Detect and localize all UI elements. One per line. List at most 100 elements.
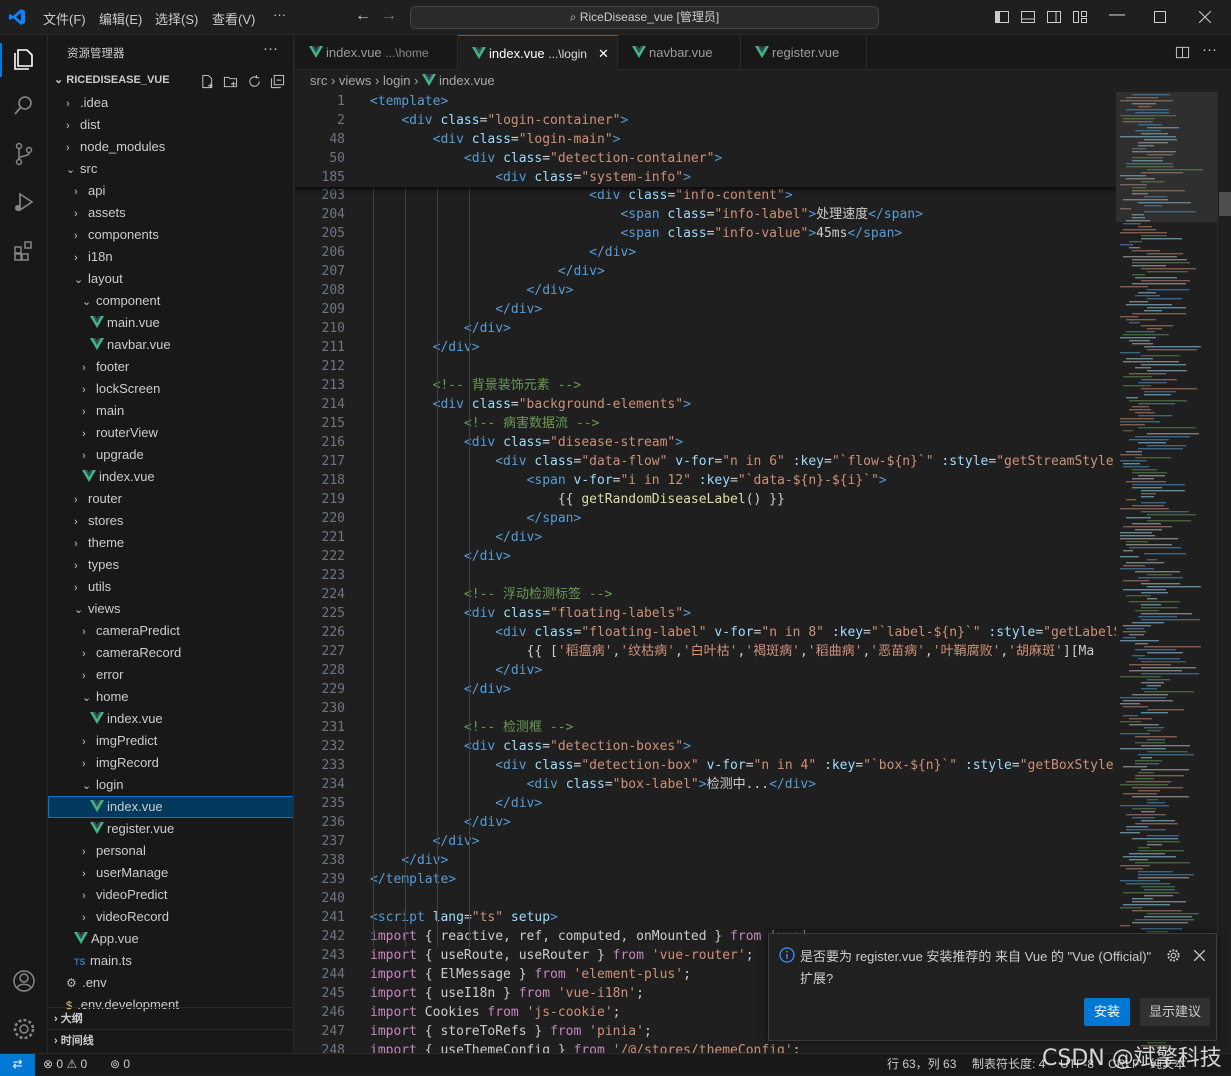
folder-item[interactable]: › imgRecord <box>48 752 293 774</box>
menu-edit[interactable]: 编辑(E) <box>99 9 142 28</box>
run-debug-icon[interactable] <box>10 188 38 216</box>
code-line[interactable]: </span> <box>370 509 582 528</box>
file-item[interactable]: index.vue <box>48 796 293 818</box>
remote-indicator-icon[interactable]: ⇄ <box>0 1054 35 1076</box>
tab-login-index[interactable]: index.vue ...\login ✕ <box>458 35 618 70</box>
file-item[interactable]: navbar.vue <box>48 334 293 356</box>
folder-item[interactable]: ⌄ views <box>48 598 293 620</box>
folder-item[interactable]: › api <box>48 180 293 202</box>
file-item[interactable]: TS main.ts <box>48 950 293 972</box>
menu-view[interactable]: 查看(V) <box>212 9 255 28</box>
tab-register[interactable]: register.vue <box>741 35 867 70</box>
close-tab-icon[interactable]: ✕ <box>598 36 609 71</box>
vertical-scrollbar[interactable] <box>1217 92 1231 1053</box>
folder-item[interactable]: › videoPredict <box>48 884 293 906</box>
folder-item[interactable]: › assets <box>48 202 293 224</box>
code-line[interactable]: </div> <box>370 832 480 851</box>
folder-item[interactable]: ⌄ login <box>48 774 293 796</box>
folder-item[interactable]: › cameraRecord <box>48 642 293 664</box>
code-line[interactable]: <span class="info-label">处理速度</span> <box>370 205 923 224</box>
code-line[interactable]: <div class="floating-labels"> <box>370 604 691 623</box>
folder-item[interactable]: › utils <box>48 576 293 598</box>
code-line[interactable]: import { ElMessage } from 'element-plus'… <box>370 965 691 984</box>
sticky-code-line[interactable]: <div class="system-info"> <box>370 168 691 187</box>
file-item[interactable]: index.vue <box>48 466 293 488</box>
folder-item[interactable]: › upgrade <box>48 444 293 466</box>
folder-item[interactable]: › imgPredict <box>48 730 293 752</box>
code-line[interactable]: import { useThemeConfig } from '/@/store… <box>370 1041 801 1053</box>
code-line[interactable]: import { storeToRefs } from 'pinia'; <box>370 1022 652 1041</box>
code-line[interactable]: <div class="floating-label" v-for="n in … <box>370 623 1116 642</box>
folder-item[interactable]: › lockScreen <box>48 378 293 400</box>
tab-navbar[interactable]: navbar.vue <box>618 35 741 70</box>
code-line[interactable]: </div> <box>370 281 574 300</box>
code-line[interactable]: {{ ['稻瘟病','纹枯病','白叶枯','褐斑病','稻曲病','恶苗病',… <box>370 642 1095 661</box>
ports-indicator[interactable]: ⊚ 0 <box>110 1054 130 1075</box>
folder-item[interactable]: › personal <box>48 840 293 862</box>
folder-item[interactable]: ⌄ layout <box>48 268 293 290</box>
folder-item[interactable]: › theme <box>48 532 293 554</box>
folder-item[interactable]: ⌄ src <box>48 158 293 180</box>
indentation[interactable]: 制表符长度: 4 <box>972 1054 1045 1075</box>
search-view-icon[interactable] <box>10 91 38 119</box>
collapse-all-icon[interactable] <box>270 74 285 89</box>
code-line[interactable]: <div class="detection-boxes"> <box>370 737 691 756</box>
split-editor-icon[interactable] <box>1175 45 1190 60</box>
code-line[interactable]: <span class="info-value">45ms</span> <box>370 224 902 243</box>
minimize-icon[interactable]: — <box>1109 6 1125 24</box>
toggle-primary-sidebar-icon[interactable] <box>994 9 1010 25</box>
account-icon[interactable] <box>10 967 38 995</box>
folder-item[interactable]: › videoRecord <box>48 906 293 928</box>
code-line[interactable]: <div class="detection-box" v-for="n in 4… <box>370 756 1116 775</box>
editor-more-icon[interactable]: ··· <box>1202 41 1217 58</box>
new-folder-icon[interactable] <box>223 74 238 89</box>
notification-close-icon[interactable] <box>1194 950 1205 961</box>
folder-item[interactable]: › dist <box>48 114 293 136</box>
menu-selection[interactable]: 选择(S) <box>155 9 198 28</box>
folder-item[interactable]: › components <box>48 224 293 246</box>
cursor-position[interactable]: 行 63，列 63 <box>887 1054 956 1075</box>
code-line[interactable]: </div> <box>370 547 511 566</box>
toggle-secondary-sidebar-icon[interactable] <box>1046 9 1062 25</box>
code-line[interactable]: </div> <box>370 319 511 338</box>
code-line[interactable]: <div class="data-flow" v-for="n in 6" :k… <box>370 452 1116 471</box>
code-line[interactable]: <!-- 浮动检测标签 --> <box>370 585 612 604</box>
maximize-icon[interactable] <box>1154 11 1166 23</box>
new-file-icon[interactable] <box>200 74 215 89</box>
folder-item[interactable]: › main <box>48 400 293 422</box>
folder-item[interactable]: › router <box>48 488 293 510</box>
extensions-icon[interactable] <box>10 237 38 265</box>
breadcrumb-views[interactable]: views <box>339 73 372 88</box>
close-window-icon[interactable] <box>1199 11 1211 23</box>
code-line[interactable]: </div> <box>370 528 542 547</box>
code-line[interactable]: import Cookies from 'js-cookie'; <box>370 1003 620 1022</box>
folder-item[interactable]: › i18n <box>48 246 293 268</box>
show-recommendations-button[interactable]: 显示建议 <box>1140 998 1210 1026</box>
folder-item[interactable]: › routerView <box>48 422 293 444</box>
folder-item[interactable]: › cameraPredict <box>48 620 293 642</box>
forward-arrow-icon[interactable]: → <box>381 7 397 25</box>
folder-item[interactable]: › userManage <box>48 862 293 884</box>
code-line[interactable]: </div> <box>370 243 636 262</box>
minimap[interactable] <box>1116 92 1231 1053</box>
customize-layout-icon[interactable] <box>1072 9 1088 25</box>
breadcrumb-src[interactable]: src <box>310 73 327 88</box>
code-line[interactable]: </div> <box>370 794 542 813</box>
more-actions-icon[interactable]: ··· <box>263 40 278 57</box>
code-line[interactable]: </template> <box>370 870 456 889</box>
folder-item[interactable]: › node_modules <box>48 136 293 158</box>
code-line[interactable]: <script lang="ts" setup> <box>370 908 558 927</box>
project-folder-header[interactable]: ⌄ RICEDISEASE_VUE <box>54 73 170 86</box>
scrollbar-thumb[interactable] <box>1219 192 1231 216</box>
tab-home-index[interactable]: index.vue ...\home <box>295 35 458 70</box>
code-line[interactable]: </div> <box>370 300 542 319</box>
sticky-code-line[interactable]: <div class="login-container"> <box>370 111 628 130</box>
notification-gear-icon[interactable] <box>1166 948 1181 963</box>
folder-item[interactable]: › error <box>48 664 293 686</box>
toggle-panel-icon[interactable] <box>1020 9 1036 25</box>
sticky-code-line[interactable]: <div class="detection-container"> <box>370 149 722 168</box>
file-item[interactable]: register.vue <box>48 818 293 840</box>
menu-more[interactable]: ··· <box>273 7 286 22</box>
file-item[interactable]: ⚙ .env <box>48 972 293 994</box>
install-button[interactable]: 安装 <box>1084 998 1130 1026</box>
